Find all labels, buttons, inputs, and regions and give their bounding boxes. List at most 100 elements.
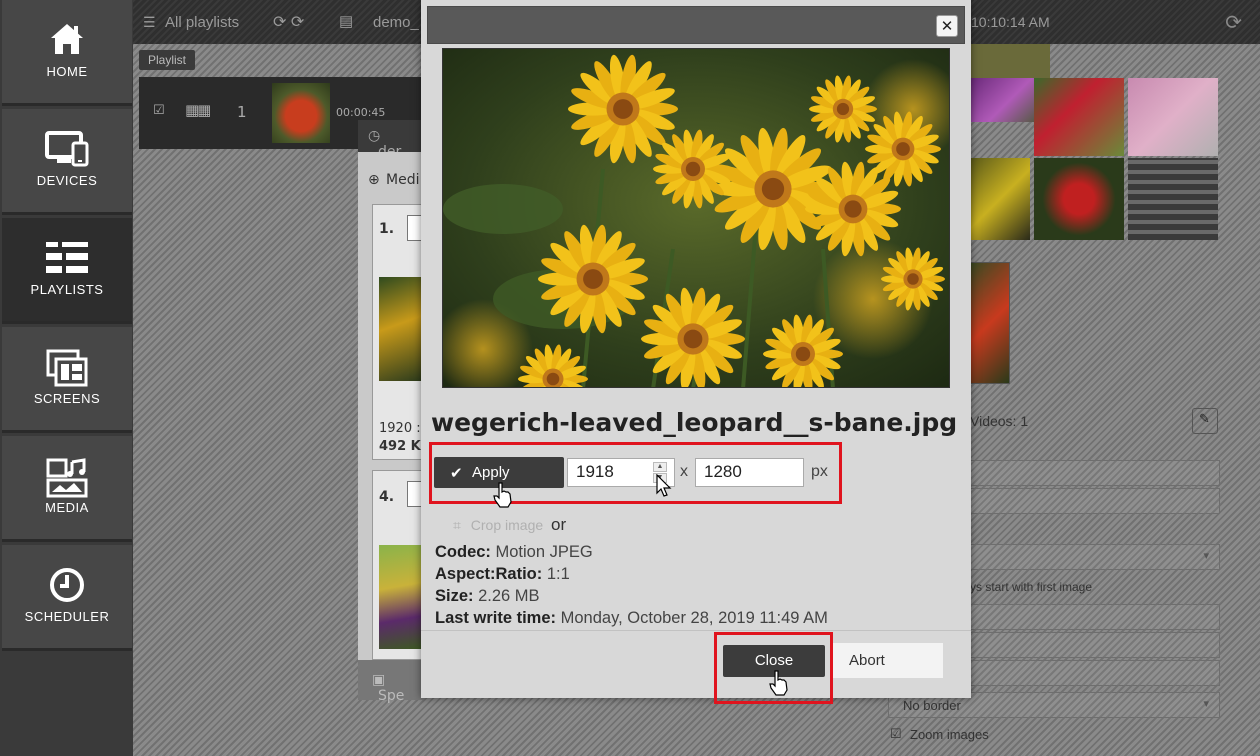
edit-button[interactable]: ✎: [1192, 408, 1218, 434]
add-media-icon[interactable]: ⊕: [368, 172, 380, 188]
list-icon[interactable]: ☰: [143, 14, 156, 31]
footer-divider: [421, 630, 971, 631]
nav-label: SCHEDULER: [24, 609, 110, 624]
height-value: 1280: [704, 462, 742, 481]
nav-media[interactable]: MEDIA: [2, 436, 132, 542]
media-card-1[interactable]: 1. 1920 : 492 K: [372, 204, 425, 460]
grid-thumb[interactable]: [1034, 78, 1124, 156]
dimension-separator: x: [680, 463, 688, 480]
grid-icon[interactable]: ▦▦: [185, 101, 211, 119]
grid-thumb[interactable]: [970, 158, 1030, 240]
nav-devices[interactable]: DEVICES: [2, 109, 132, 215]
settings-field[interactable]: [970, 488, 1220, 514]
sync-icon[interactable]: ⟳ ⟳: [273, 12, 304, 32]
grid-thumb[interactable]: [1034, 158, 1124, 240]
close-icon[interactable]: ✕: [936, 15, 958, 37]
main-navigation: HOME DEVICES PLAYLISTS SCREENS MEDIA SCH…: [0, 0, 133, 756]
home-icon: [2, 22, 132, 62]
media-card-4[interactable]: 4.: [372, 470, 425, 660]
playlist-tab-icon: ▤: [339, 13, 354, 30]
clock-readout: 10:10:14 AM: [971, 14, 1050, 30]
last-write-label: Last write time:: [435, 609, 557, 627]
nav-home[interactable]: HOME: [2, 0, 132, 106]
codec-value: Motion JPEG: [495, 543, 593, 561]
checkbox-icon[interactable]: ☑: [153, 103, 165, 118]
image-preview: [442, 48, 950, 388]
add-media-label[interactable]: Medi: [386, 172, 419, 188]
devices-icon: [2, 131, 132, 171]
start-option-text: ys start with first image: [970, 580, 1093, 594]
dialog-header: ✕: [427, 6, 965, 44]
size-label: Size:: [435, 587, 474, 605]
checkmark-icon: ✔: [450, 465, 463, 482]
playlist-editor-panel: ◷ der ⊕ Medi 1. 1920 : 492 K 4. ▣ Spe: [358, 120, 425, 704]
size-value: 2.26 MB: [478, 587, 540, 605]
all-playlists-link[interactable]: All playlists: [165, 14, 239, 31]
nav-playlists[interactable]: PLAYLISTS: [2, 218, 132, 324]
settings-select[interactable]: ▾: [970, 544, 1220, 570]
crop-row: ⌗ Crop image or: [453, 515, 566, 535]
media-card-index: 1.: [379, 221, 395, 237]
apply-label: Apply: [472, 464, 510, 481]
media-card-thumbnail: [379, 277, 425, 381]
save-label: Spe: [378, 688, 405, 704]
settings-field[interactable]: [970, 460, 1220, 486]
settings-field[interactable]: [970, 632, 1220, 658]
nav-label: SCREENS: [33, 391, 101, 406]
clock-small-icon: ◷: [368, 128, 381, 144]
row-thumbnail: [272, 83, 330, 143]
width-value: 1918: [576, 462, 614, 481]
media-icon: [2, 458, 132, 498]
row-duration: 00:00:45: [336, 106, 386, 119]
editor-footer[interactable]: ▣ Spe: [358, 660, 424, 704]
save-icon: ▣: [372, 672, 386, 688]
nav-label: MEDIA: [45, 500, 89, 515]
unit-label: px: [811, 463, 828, 480]
edit-icon: ✎: [1199, 412, 1210, 427]
crop-image-button[interactable]: Crop image: [471, 517, 543, 533]
nav-screens[interactable]: SCREENS: [2, 327, 132, 433]
nav-label: PLAYLISTS: [30, 282, 104, 297]
file-name-heading: wegerich-leaved_leopard__s-bane.jpg: [431, 408, 958, 437]
nav-label: HOME: [46, 64, 88, 79]
chevron-down-icon: ▾: [1203, 697, 1209, 710]
height-input[interactable]: 1280: [695, 458, 804, 487]
videos-count: Videos: 1: [970, 413, 1029, 429]
aspect-label: Aspect:Ratio:: [435, 565, 543, 583]
clock-icon: [2, 567, 132, 607]
zoom-label: Zoom images: [910, 727, 989, 742]
media-card-thumbnail: [379, 545, 425, 649]
image-edit-dialog: ✕ wegerich-leaved_leopard__s-bane.jpg ✔ …: [421, 0, 971, 698]
settings-panel: Videos: 1 ✎ ▾ ys start with first image …: [888, 44, 1260, 756]
refresh-icon[interactable]: ⟳: [1225, 10, 1242, 35]
border-select-value: No border: [903, 698, 961, 713]
row-number: 1: [237, 103, 247, 121]
or-label: or: [551, 515, 567, 534]
nav-label: DEVICES: [36, 173, 98, 188]
codec-label: Codec:: [435, 543, 491, 561]
grid-thumb[interactable]: [1128, 78, 1218, 156]
playlists-icon: [2, 240, 132, 280]
media-thumbnail-grid: [970, 44, 1218, 240]
zoom-checkbox[interactable]: ☑: [890, 726, 902, 742]
settings-field[interactable]: [970, 604, 1220, 630]
aspect-value: 1:1: [546, 565, 570, 583]
stepper-up-icon[interactable]: ▲: [653, 462, 667, 472]
hand-cursor-icon: [768, 670, 790, 696]
file-metadata: Codec: Motion JPEG Aspect:Ratio: 1:1 Siz…: [435, 541, 828, 629]
screens-icon: [2, 349, 132, 389]
hand-cursor-icon: [492, 482, 514, 508]
nav-scheduler[interactable]: SCHEDULER: [2, 545, 132, 651]
playlist-tab-demo[interactable]: demo_: [373, 14, 419, 31]
editor-header: ◷ der: [358, 120, 424, 160]
settings-field[interactable]: [970, 660, 1220, 686]
editor-body: ⊕ Medi 1. 1920 : 492 K 4.: [358, 152, 425, 660]
selected-media-preview: [970, 262, 1010, 384]
media-card-index: 4.: [379, 489, 395, 505]
chevron-down-icon: ▾: [1203, 549, 1209, 562]
last-write-value: Monday, October 28, 2019 11:49 AM: [560, 609, 828, 627]
grid-thumb[interactable]: [1128, 158, 1218, 240]
media-card-size: 492 K: [379, 439, 421, 454]
crop-icon: ⌗: [453, 517, 461, 533]
abort-button[interactable]: Abort: [831, 643, 943, 678]
